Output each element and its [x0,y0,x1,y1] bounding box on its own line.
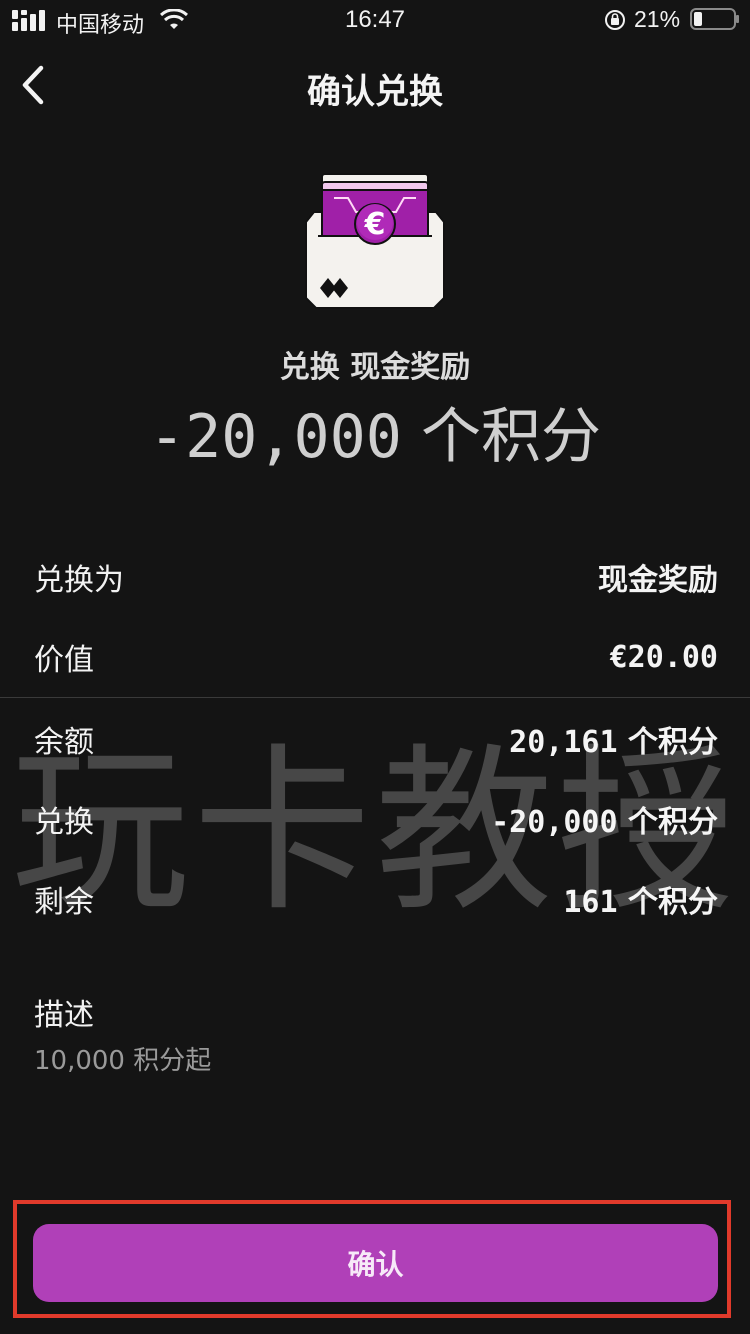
remaining-unit: 个积分 [628,885,718,920]
balance-unit: 个积分 [628,725,718,760]
redeem-for-value: 现金奖励 [598,563,718,598]
battery-icon [690,8,739,30]
redeem-label: 兑换 [34,805,94,840]
description-text: 10,000 积分起 [34,1046,212,1076]
balance-label: 余额 [34,725,94,760]
redeem-amount: -20,000 [491,805,618,840]
remaining-label: 剩余 [34,885,94,920]
worth-row: 价值 €20.00 [34,632,718,682]
balance-row: 余额 20,161 个积分 [34,714,718,764]
description-title: 描述 [34,998,94,1033]
svg-text:€: € [364,207,386,242]
redeem-reward-label: 兑换 现金奖励 [279,350,471,385]
page-title: 确认兑换 [307,72,443,112]
redeem-for-row: 兑换为 现金奖励 [34,552,718,602]
remaining-row: 剩余 161 个积分 [34,874,718,924]
rotation-lock-icon [605,10,625,30]
redeem-row: 兑换 -20,000 个积分 [34,794,718,844]
remaining-value: 161 个积分 [563,877,718,921]
points-cost-amount: -20,000 [149,402,402,472]
balance-amount: 20,161 [509,725,618,760]
balance-value: 20,161 个积分 [509,717,718,761]
points-cost: -20,000 个积分 [0,388,750,475]
redeem-for-label: 兑换为 [34,563,124,598]
remaining-amount: 161 [563,885,618,920]
redeem-unit: 个积分 [628,805,718,840]
divider [0,697,750,698]
battery-percent: 21% [634,6,681,32]
confirm-button[interactable]: 确认 [33,1224,718,1302]
worth-label: 价值 [34,643,94,678]
points-cost-unit: 个积分 [420,402,601,472]
euro-cash-card-icon: € [305,173,445,309]
redeem-value: -20,000 个积分 [491,797,718,841]
status-bar: 中国移动 16:47 21% [0,0,750,40]
worth-value: €20.00 [609,639,718,675]
